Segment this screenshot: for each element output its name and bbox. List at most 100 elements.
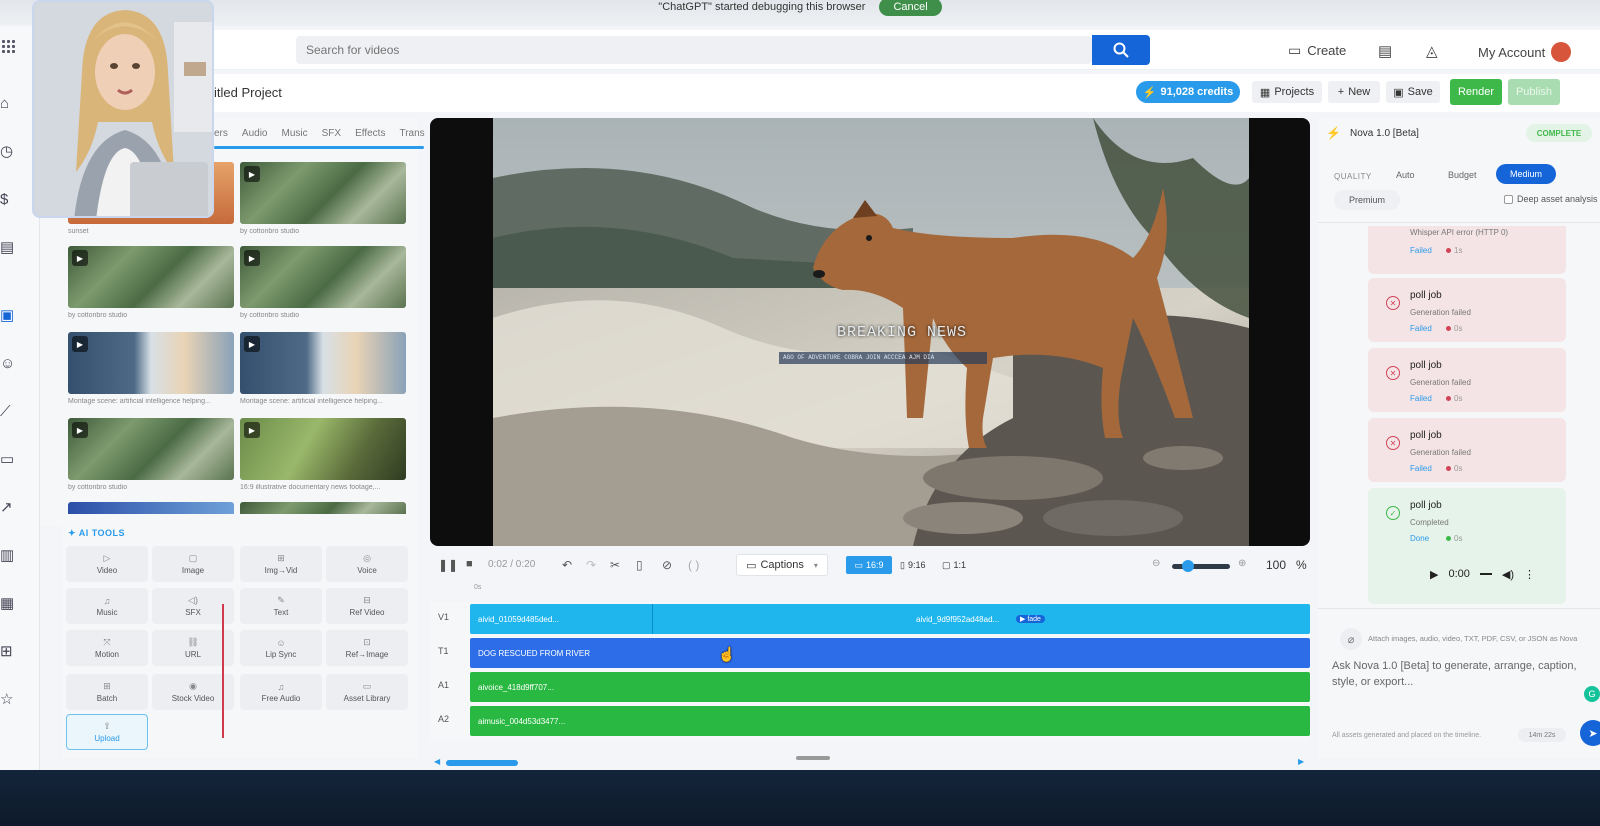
track-a1[interactable]: aivoice_418d9ff707... [470, 672, 1310, 702]
add-media-icon[interactable]: ⊞ [0, 644, 14, 660]
tab-effects[interactable]: Effects [355, 128, 385, 139]
ai-tool-music[interactable]: ♫ Music [66, 588, 148, 624]
brackets-icon[interactable]: ( ) [688, 558, 699, 572]
media-thumb-partial[interactable] [68, 502, 234, 514]
aspect-1-1-button[interactable]: ▢ 1:1 [942, 556, 966, 574]
upload-button[interactable]: ⇪ Upload [66, 714, 148, 750]
media-thumb[interactable]: ▶ by cottonbro studio [240, 246, 406, 326]
scroll-left-icon[interactable]: ◀ [434, 757, 440, 766]
dollar-icon[interactable]: $ [0, 192, 14, 208]
quality-auto[interactable]: Auto [1396, 170, 1415, 180]
analytics-icon[interactable]: ⟋ [0, 404, 14, 420]
undo-icon[interactable]: ↶ [562, 558, 572, 572]
more-options-icon[interactable]: ⋮ [1524, 568, 1535, 581]
clip-t1[interactable]: DOG RESCUED FROM RIVER [478, 649, 590, 658]
tab-layers[interactable]: ers [214, 128, 228, 139]
ai-tool-ref-video[interactable]: ⊟ Ref Video [326, 588, 408, 624]
playhead[interactable] [222, 604, 224, 738]
redo-icon[interactable]: ↷ [586, 558, 596, 572]
document-icon[interactable]: ▤ [0, 240, 14, 256]
clip-a2[interactable]: aimusic_004d53d3477... [478, 717, 565, 726]
zoom-slider[interactable] [1172, 560, 1230, 572]
search-button[interactable] [1092, 35, 1150, 65]
chat-input[interactable]: Ask Nova 1.0 [Beta] to generate, arrange… [1332, 658, 1598, 708]
credits-badge[interactable]: ⚡ 91,028 credits [1136, 81, 1240, 103]
audio-player[interactable]: ▶ 0:00 ◀) ⋮ [1430, 564, 1562, 584]
render-button[interactable]: Render [1450, 79, 1502, 105]
project-title[interactable]: itled Project [214, 85, 282, 100]
media-thumb[interactable]: ▶ by cottonbro studio [68, 418, 234, 498]
zoom-in-icon[interactable]: ⊕ [1238, 558, 1246, 569]
trend-icon[interactable]: ↗ [0, 500, 14, 516]
history-icon[interactable]: ◷ [0, 144, 14, 160]
quality-premium[interactable]: Premium [1334, 190, 1400, 210]
ai-tool-text[interactable]: ✎ Text [240, 588, 322, 624]
ai-tool-free-audio[interactable]: ♫ Free Audio [240, 674, 322, 710]
track-t1[interactable]: DOG RESCUED FROM RIVER [470, 638, 1310, 668]
film-icon[interactable]: ▦ [0, 596, 14, 612]
create-button[interactable]: ▭ Create [1288, 42, 1346, 59]
video-preview[interactable]: BREAKING NEWS AGO OF ADVENTURE COBRA JOI… [430, 118, 1310, 546]
quality-medium[interactable]: Medium [1496, 164, 1556, 184]
publish-button[interactable]: Publish [1508, 79, 1560, 105]
camera-icon[interactable]: ▭ [0, 452, 14, 468]
zoom-out-icon[interactable]: ⊖ [1152, 558, 1160, 569]
deep-asset-checkbox[interactable]: Deep asset analysis [1504, 194, 1598, 204]
tab-sfx[interactable]: SFX [322, 128, 341, 139]
cancel-debug-button[interactable]: Cancel [879, 0, 942, 16]
quality-budget[interactable]: Budget [1448, 170, 1477, 180]
send-button[interactable]: ➤ [1580, 720, 1600, 746]
scissors-icon[interactable]: ✂ [610, 558, 620, 572]
timeline-resize-handle[interactable] [796, 756, 830, 760]
grammarly-icon[interactable]: G [1584, 686, 1600, 702]
projects-button[interactable]: ▦ Projects [1252, 81, 1322, 103]
captions-button[interactable]: ▭ Captions ▾ [736, 554, 828, 576]
bar-chart-icon[interactable]: ▥ [0, 548, 14, 564]
bell-icon[interactable]: ◬ [1426, 42, 1438, 60]
clip-v1-a[interactable]: aivid_01059d485ded... [478, 615, 559, 624]
save-button[interactable]: ▣ Save [1386, 81, 1440, 103]
timeline-scrollbar[interactable] [446, 760, 518, 766]
audio-progress[interactable] [1479, 573, 1492, 575]
media-thumb[interactable]: ▶ 16:9 illustrative documentary news foot… [240, 418, 406, 498]
aspect-9-16-button[interactable]: ▯ 9:16 [900, 556, 925, 574]
play-icon[interactable]: ▶ [1430, 568, 1438, 581]
ai-tool-video[interactable]: ▷ Video [66, 546, 148, 582]
star-icon[interactable]: ☆ [0, 692, 14, 708]
apps-grid-icon[interactable] [2, 40, 16, 54]
aspect-16-9-button[interactable]: ▭ 16:9 [846, 556, 892, 574]
new-button[interactable]: + New [1328, 81, 1380, 103]
ai-tool-image[interactable]: ▢ Image [152, 546, 234, 582]
tab-audio[interactable]: Audio [242, 128, 268, 139]
ai-tool-batch[interactable]: ⊞ Batch [66, 674, 148, 710]
users-icon[interactable]: ☺ [0, 356, 15, 372]
media-thumb-partial[interactable] [240, 502, 406, 514]
ai-tool-lip-sync[interactable]: ☺ Lip Sync [240, 630, 322, 666]
clip-a1[interactable]: aivoice_418d9ff707... [478, 683, 554, 692]
ai-tool-ref-image[interactable]: ⊡ Ref→Image [326, 630, 408, 666]
link-icon[interactable]: ⊘ [662, 558, 672, 572]
delete-icon[interactable]: ▯ [636, 558, 643, 572]
track-v1[interactable]: aivid_01059d485ded... aivid_9d9f952ad48a… [470, 604, 1310, 634]
clip-v1-b[interactable]: aivid_9d9f952ad48ad... [916, 615, 999, 624]
media-thumb[interactable]: ▶ by cottonbro studio [68, 246, 234, 326]
home-icon[interactable]: ⌂ [0, 96, 14, 112]
volume-icon[interactable]: ◀) [1502, 568, 1514, 581]
ai-tool-motion[interactable]: ⤧ Motion [66, 630, 148, 666]
tab-music[interactable]: Music [281, 128, 307, 139]
media-thumb[interactable]: ▶ by cottonbro studio [240, 162, 406, 242]
my-account-button[interactable]: My Account [1478, 42, 1572, 62]
media-thumb[interactable]: ▶ Montage scene: artificial intelligence … [240, 332, 406, 412]
paperclip-icon[interactable]: ⌀ [1340, 628, 1362, 650]
search-input[interactable] [296, 36, 1092, 64]
editor-icon[interactable]: ▣ [0, 308, 14, 324]
tab-transitions[interactable]: Trans [399, 128, 424, 139]
pause-button[interactable]: ❚❚ [438, 558, 458, 572]
scroll-right-icon[interactable]: ▶ [1298, 757, 1304, 766]
ai-tool-asset-library[interactable]: ▭ Asset Library [326, 674, 408, 710]
ai-tool-voice[interactable]: ◎ Voice [326, 546, 408, 582]
zoom-slider-handle[interactable] [1182, 560, 1194, 572]
ai-tool-img-vid[interactable]: ⊞ Img→Vid [240, 546, 322, 582]
stop-button[interactable]: ■ [466, 558, 473, 570]
track-a2[interactable]: aimusic_004d53d3477... [470, 706, 1310, 736]
